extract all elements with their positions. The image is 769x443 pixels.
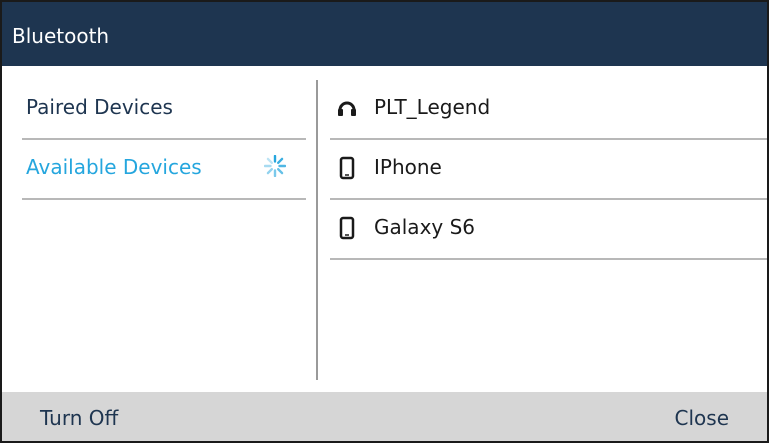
loading-spinner-icon xyxy=(264,155,286,177)
turn-off-button[interactable]: Turn Off xyxy=(40,406,118,430)
title-bar: Bluetooth xyxy=(2,2,767,66)
headset-icon xyxy=(338,101,356,116)
device-row[interactable]: IPhone xyxy=(330,140,767,200)
device-row[interactable]: PLT_Legend xyxy=(330,80,767,140)
bluetooth-screen: Bluetooth Paired Devices Available Devic… xyxy=(0,0,769,443)
mobile-phone-icon xyxy=(339,216,355,240)
softkey-bar: Turn Off Close xyxy=(2,392,767,441)
mobile-phone-icon xyxy=(339,156,355,180)
close-button[interactable]: Close xyxy=(675,406,729,430)
category-available-devices[interactable]: Available Devices xyxy=(22,140,306,200)
category-paired-devices[interactable]: Paired Devices xyxy=(22,80,306,140)
screen-title: Bluetooth xyxy=(12,24,110,48)
device-name: Galaxy S6 xyxy=(374,215,476,239)
device-name: PLT_Legend xyxy=(374,95,491,119)
device-row[interactable]: Galaxy S6 xyxy=(330,200,767,260)
category-label: Available Devices xyxy=(26,155,202,179)
category-list: Paired Devices Available Devices xyxy=(2,66,318,392)
device-name: IPhone xyxy=(374,155,442,179)
device-list: PLT_Legend IPhone Galaxy S6 xyxy=(318,66,767,392)
category-label: Paired Devices xyxy=(26,95,173,119)
